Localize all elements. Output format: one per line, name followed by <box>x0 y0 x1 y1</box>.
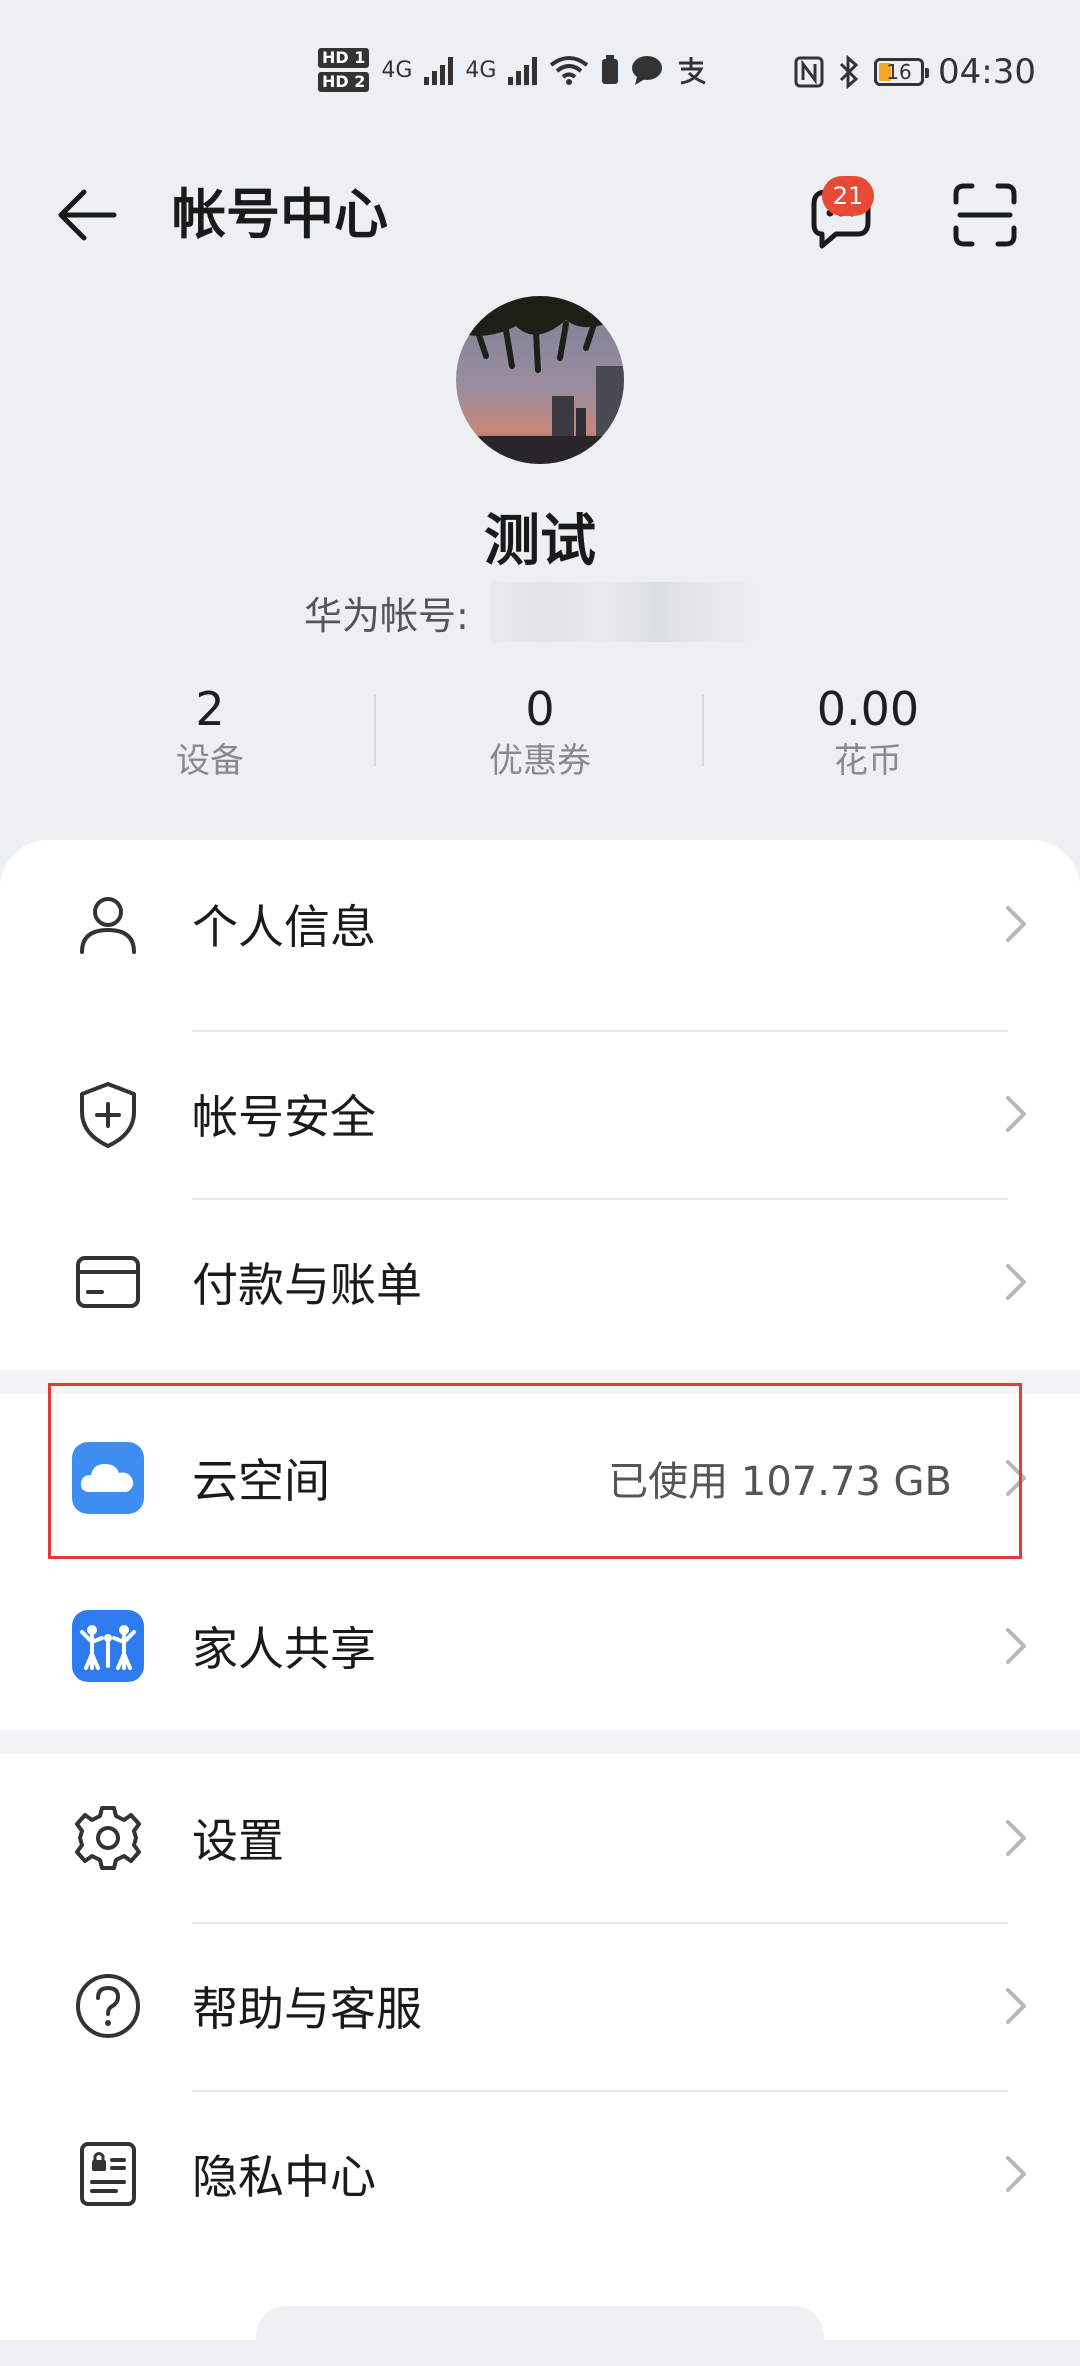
network-type-2: 4G <box>465 57 497 83</box>
chevron-right-icon <box>1006 906 1026 942</box>
stat-coupons-value: 0 <box>525 682 555 736</box>
help-icon <box>76 1974 140 2038</box>
person-icon <box>80 897 136 954</box>
stats-divider <box>702 694 704 766</box>
nfc-icon <box>794 56 824 88</box>
back-arrow-icon[interactable] <box>54 180 124 250</box>
stat-coins-label: 花币 <box>834 741 902 781</box>
stat-devices-label: 设备 <box>176 741 244 781</box>
privacy-icon <box>80 2142 136 2206</box>
menu-item-payment-billing[interactable]: 付款与账单 <box>0 1198 1080 1366</box>
battery-level: 16 <box>886 60 912 84</box>
account-id-redacted <box>488 582 769 642</box>
stats-divider <box>374 694 376 766</box>
hd1-icon: HD 1 <box>318 48 370 68</box>
wifi-icon <box>550 56 589 85</box>
menu-card: 个人信息 帐号安全 付款与账单 云空间 已使用 107.73 GB 家人共享 设… <box>0 840 1080 2340</box>
clock: 04:30 <box>938 52 1036 92</box>
stat-coins-value: 0.00 <box>816 682 920 736</box>
menu-label-privacy: 隐私中心 <box>192 2150 376 2204</box>
page-title: 帐号中心 <box>172 183 388 246</box>
shield-icon <box>80 1082 136 1148</box>
alipay-icon <box>679 57 707 85</box>
signal-icon-1 <box>424 55 454 85</box>
menu-label-payment-billing: 付款与账单 <box>192 1258 422 1312</box>
menu-item-settings[interactable]: 设置 <box>0 1754 1080 1922</box>
stat-devices[interactable]: 2 设备 <box>110 680 310 784</box>
stat-coupons-label: 优惠券 <box>489 741 591 781</box>
menu-item-privacy[interactable]: 隐私中心 <box>0 2090 1080 2258</box>
chat-bubble-icon <box>632 56 663 85</box>
chevron-right-icon <box>1006 1096 1026 1132</box>
stat-devices-value: 2 <box>195 682 225 736</box>
gear-icon <box>75 1806 141 1870</box>
chevron-right-icon <box>1006 1820 1026 1856</box>
hd-indicators: HD 1 HD 2 <box>318 48 370 92</box>
avatar[interactable] <box>456 296 624 464</box>
chevron-right-icon <box>1006 2156 1026 2192</box>
menu-label-family-sharing: 家人共享 <box>192 1622 376 1676</box>
profile-name: 测试 <box>484 509 596 574</box>
status-left: HD 1 HD 2 4G 4G <box>318 48 707 92</box>
menu-item-personal-info[interactable]: 个人信息 <box>0 840 1080 1008</box>
menu-item-family-sharing[interactable]: 家人共享 <box>0 1562 1080 1730</box>
bottom-button[interactable] <box>256 2306 824 2366</box>
avatar-image <box>456 296 624 464</box>
phone-battery-icon <box>602 55 619 84</box>
section-gap <box>0 1730 1080 1754</box>
chevron-right-icon <box>1006 1628 1026 1664</box>
menu-label-help: 帮助与客服 <box>192 1982 422 2036</box>
cloud-space-highlight-box <box>48 1383 1022 1559</box>
battery-icon: 16 <box>874 58 930 86</box>
hd2-icon: HD 2 <box>318 72 370 92</box>
status-right: 16 04:30 <box>794 52 1036 92</box>
account-line: 华为帐号: <box>304 582 769 642</box>
status-bar: HD 1 HD 2 4G 4G 16 04:30 <box>0 0 1080 150</box>
chevron-right-icon <box>1006 1988 1026 2024</box>
chevron-right-icon <box>1006 1264 1026 1300</box>
menu-label-personal-info: 个人信息 <box>192 900 376 954</box>
menu-item-account-security[interactable]: 帐号安全 <box>0 1030 1080 1198</box>
menu-item-help[interactable]: 帮助与客服 <box>0 1922 1080 2090</box>
signal-icon-2 <box>508 55 538 85</box>
scan-icon[interactable] <box>950 180 1020 250</box>
bluetooth-icon <box>839 55 859 89</box>
network-type-1: 4G <box>381 57 413 83</box>
message-count-badge: 21 <box>822 176 874 216</box>
account-label: 华为帐号: <box>304 593 469 638</box>
stat-coins[interactable]: 0.00 花币 <box>768 680 968 784</box>
menu-label-account-security: 帐号安全 <box>192 1090 376 1144</box>
card-icon <box>76 1256 140 1308</box>
stat-coupons[interactable]: 0 优惠券 <box>440 680 640 784</box>
menu-label-settings: 设置 <box>192 1814 284 1868</box>
family-icon <box>72 1610 144 1682</box>
